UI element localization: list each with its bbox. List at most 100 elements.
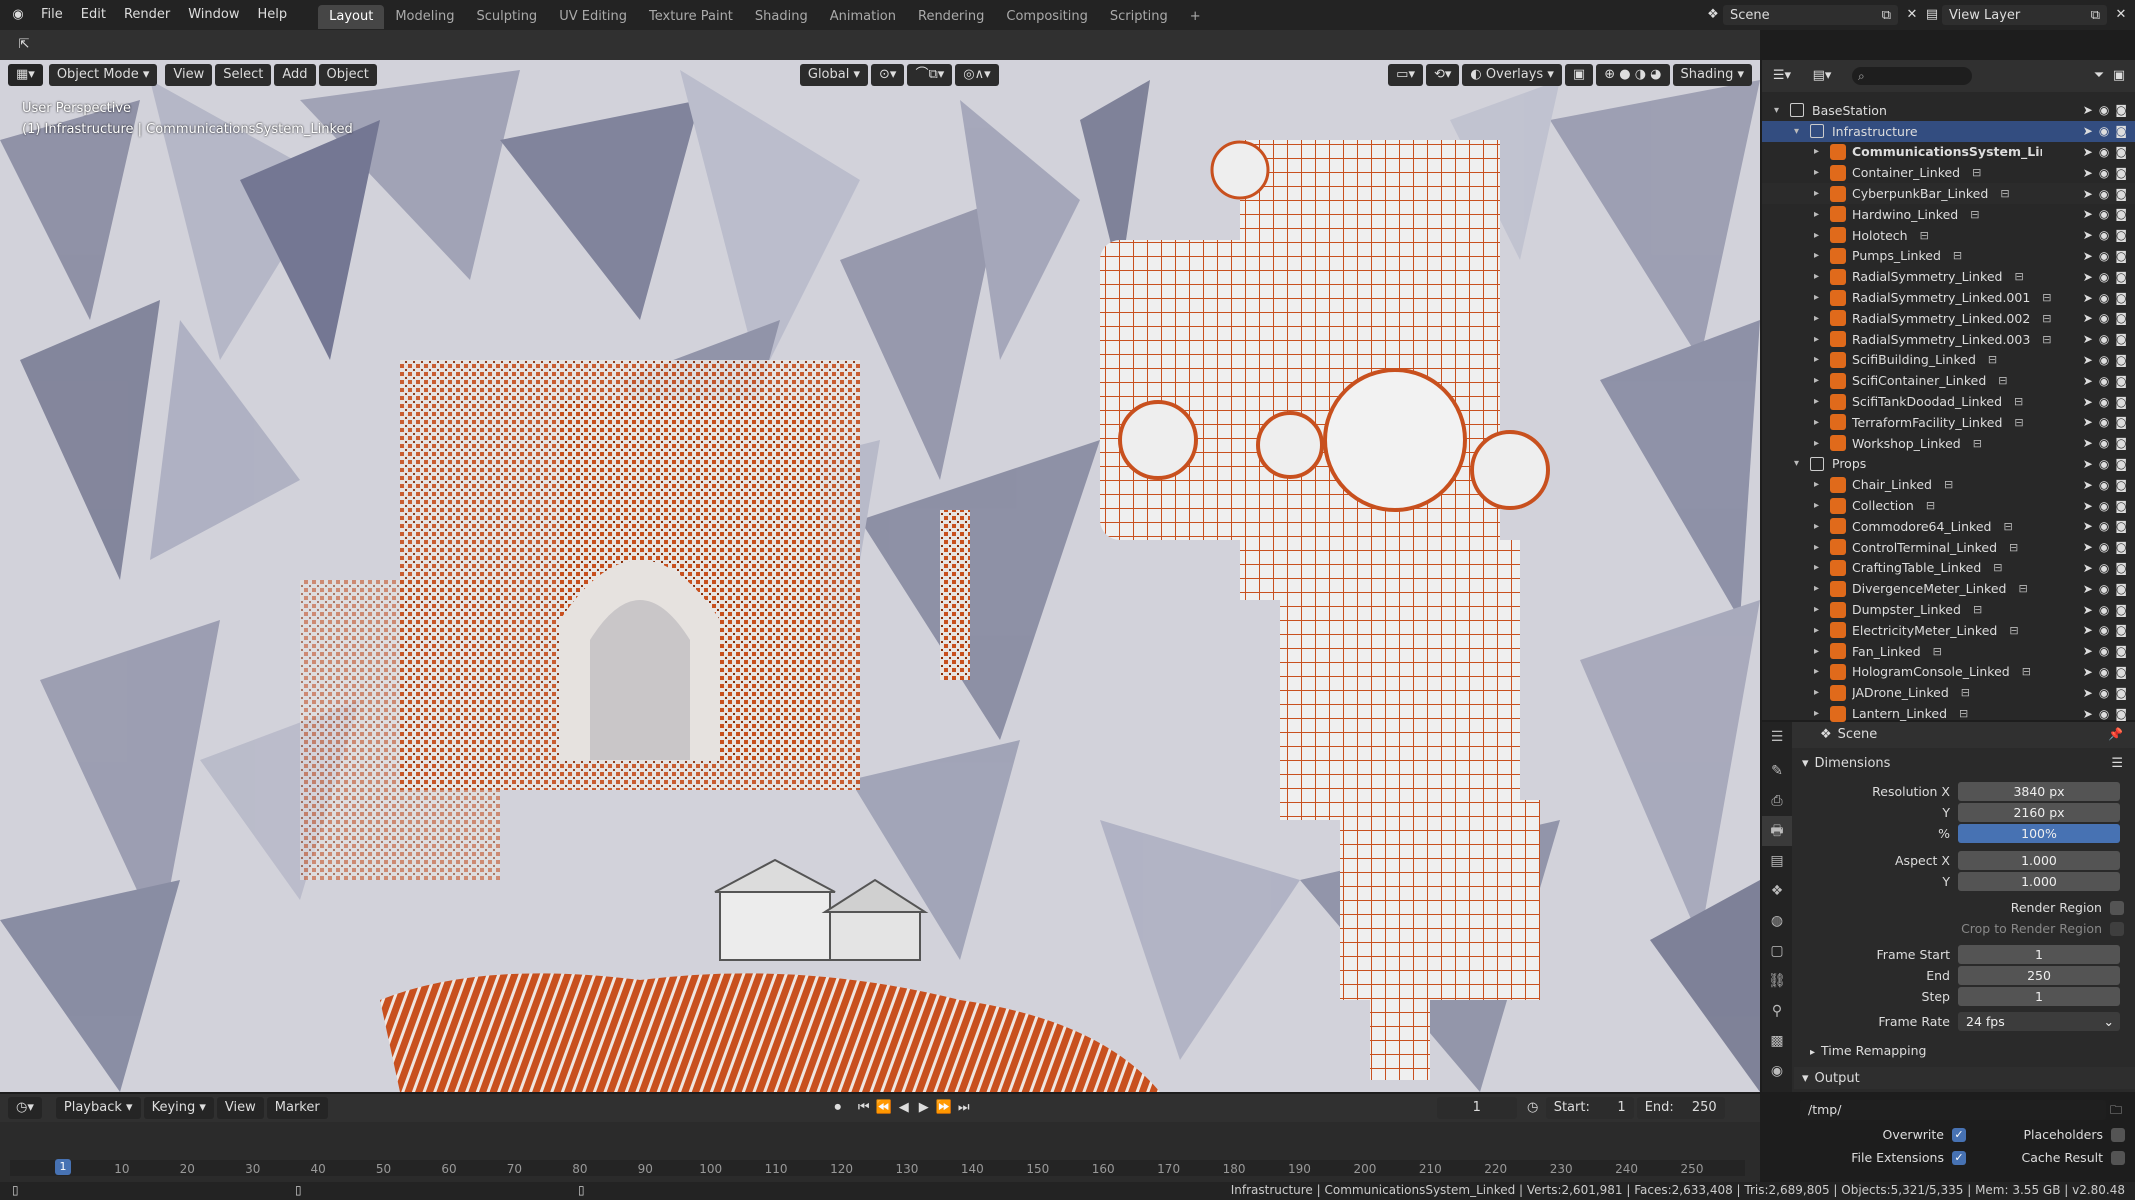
time-remapping-subpanel[interactable]: ▸ Time Remapping [1810, 1043, 1926, 1058]
expand-toggle-icon[interactable]: ▸ [1814, 188, 1830, 199]
camera-icon[interactable]: ◙ [2115, 311, 2127, 325]
eye-icon[interactable]: ◉ [2099, 311, 2109, 325]
shading-dropdown[interactable]: Shading ▾ [1672, 64, 1752, 86]
cache-result-checkbox[interactable] [2111, 1150, 2125, 1165]
aspect-x-field[interactable]: 1.000 [1958, 851, 2120, 870]
select-arrow-icon[interactable]: ➤ [2083, 457, 2093, 471]
jump-start-icon[interactable]: ⏮ [854, 1098, 874, 1118]
xray-toggle[interactable]: ▣ [1564, 64, 1594, 86]
eye-icon[interactable]: ◉ [2099, 353, 2109, 367]
marker-menu[interactable]: Marker [266, 1097, 328, 1119]
eye-icon[interactable]: ◉ [2099, 291, 2109, 305]
eye-icon[interactable]: ◉ [2099, 644, 2109, 658]
eye-icon[interactable]: ◉ [2099, 519, 2109, 533]
eye-icon[interactable]: ◉ [2099, 145, 2109, 159]
select-menu[interactable]: Select [215, 64, 272, 86]
expand-toggle-icon[interactable]: ▸ [1814, 479, 1830, 490]
eye-icon[interactable]: ◉ [2099, 623, 2109, 637]
eye-icon[interactable]: ◉ [2099, 707, 2109, 721]
expand-toggle-icon[interactable]: ▸ [1814, 542, 1830, 553]
copy-icon[interactable]: ⧉ [1882, 8, 1891, 23]
3d-viewport[interactable] [0, 60, 1760, 1092]
select-arrow-icon[interactable]: ➤ [2083, 374, 2093, 388]
expand-toggle-icon[interactable]: ▸ [1814, 687, 1830, 698]
camera-icon[interactable]: ◙ [2115, 478, 2127, 492]
camera-icon[interactable]: ◙ [2115, 436, 2127, 450]
tab-uv-editing[interactable]: UV Editing [548, 5, 638, 29]
expand-toggle-icon[interactable]: ▸ [1814, 146, 1830, 157]
playback-menu[interactable]: Playback ▾ [55, 1097, 141, 1119]
select-arrow-icon[interactable]: ➤ [2083, 665, 2093, 679]
timeline-editor-type[interactable]: ◷▾ [8, 1097, 42, 1119]
menu-window[interactable]: Window [179, 0, 248, 30]
camera-icon[interactable]: ◙ [2115, 187, 2127, 201]
camera-icon[interactable]: ◙ [2115, 665, 2127, 679]
collapse-toggle-icon[interactable]: ▾ [1774, 105, 1790, 116]
eye-icon[interactable]: ◉ [2099, 415, 2109, 429]
expand-toggle-icon[interactable]: ▸ [1814, 250, 1830, 261]
output-panel-header[interactable]: ▾ Output [1794, 1067, 2135, 1089]
eye-icon[interactable]: ◉ [2099, 686, 2109, 700]
select-arrow-icon[interactable]: ➤ [2083, 103, 2093, 117]
object-mode-dropdown[interactable]: Object Mode ▾ [48, 64, 158, 86]
select-arrow-icon[interactable]: ➤ [2083, 540, 2093, 554]
resolution-y-field[interactable]: 2160 px [1958, 803, 2120, 822]
outliner-item[interactable]: ▸ ScifiTankDoodad_Linked ⊟ ➤ ◉ ◙ [1762, 391, 2135, 412]
eye-icon[interactable]: ◉ [2099, 457, 2109, 471]
object-menu[interactable]: Object [318, 64, 377, 86]
view-layer-icon[interactable]: ▤ [1922, 5, 1942, 25]
expand-toggle-icon[interactable]: ▸ [1814, 708, 1830, 719]
editor-type-button[interactable]: ▦▾ [8, 64, 43, 86]
expand-toggle-icon[interactable]: ▸ [1814, 354, 1830, 365]
camera-icon[interactable]: ◙ [2115, 145, 2127, 159]
outliner-item[interactable]: ▸ Holotech ⊟ ➤ ◉ ◙ [1762, 225, 2135, 246]
view-menu[interactable]: View [165, 64, 213, 86]
outliner-item[interactable]: ▸ ScifiBuilding_Linked ⊟ ➤ ◉ ◙ [1762, 350, 2135, 371]
outliner-item[interactable]: ▸ Dumpster_Linked ⊟ ➤ ◉ ◙ [1762, 599, 2135, 620]
tab-layout[interactable]: Layout [318, 4, 385, 29]
outliner-collection[interactable]: ▾ Props ➤ ◉ ◙ [1762, 454, 2135, 475]
editor-type-icon[interactable]: ☰ [1762, 722, 1792, 752]
eye-icon[interactable]: ◉ [2099, 124, 2109, 138]
outliner-item[interactable]: ▸ ScifiContainer_Linked ⊟ ➤ ◉ ◙ [1762, 370, 2135, 391]
output-path-field[interactable]: /tmp/ [1800, 1100, 2106, 1120]
outliner-item[interactable]: ▸ CommunicationsSystem_Linked ➤ ◉ ◙ [1762, 142, 2135, 163]
outliner-item[interactable]: ▸ ControlTerminal_Linked ⊟ ➤ ◉ ◙ [1762, 537, 2135, 558]
end-frame-field[interactable]: End: 250 [1636, 1097, 1725, 1119]
eye-icon[interactable]: ◉ [2099, 228, 2109, 242]
expand-toggle-icon[interactable]: ▸ [1814, 666, 1830, 677]
select-arrow-icon[interactable]: ➤ [2083, 291, 2093, 305]
camera-icon[interactable]: ◙ [2115, 353, 2127, 367]
camera-icon[interactable]: ◙ [2115, 374, 2127, 388]
render-tab-icon[interactable]: ⎙ [1762, 786, 1792, 816]
camera-icon[interactable]: ◙ [2115, 291, 2127, 305]
select-arrow-icon[interactable]: ➤ [2083, 249, 2093, 263]
camera-icon[interactable]: ◙ [2115, 166, 2127, 180]
tab-rendering[interactable]: Rendering [907, 5, 995, 29]
tab-shading[interactable]: Shading [744, 5, 819, 29]
eye-icon[interactable]: ◉ [2099, 103, 2109, 117]
tab-scripting[interactable]: Scripting [1099, 5, 1179, 29]
overlays-dropdown[interactable]: ◐ Overlays ▾ [1462, 64, 1562, 86]
aspect-y-field[interactable]: 1.000 [1958, 872, 2120, 891]
outliner-item[interactable]: ▸ RadialSymmetry_Linked.002 ⊟ ➤ ◉ ◙ [1762, 308, 2135, 329]
jump-end-icon[interactable]: ⏭ [954, 1098, 974, 1118]
tab-texture-paint[interactable]: Texture Paint [638, 5, 744, 29]
eye-icon[interactable]: ◉ [2099, 561, 2109, 575]
folder-icon[interactable]: 🗀 [2110, 1101, 2122, 1122]
outliner-item[interactable]: ▸ RadialSymmetry_Linked ⊟ ➤ ◉ ◙ [1762, 266, 2135, 287]
play-reverse-icon[interactable]: ◀ [894, 1098, 914, 1118]
pivot-point-button[interactable]: ⊙▾ [871, 64, 905, 86]
physics-tab-icon[interactable]: ⚲ [1762, 996, 1792, 1026]
camera-icon[interactable]: ◙ [2115, 228, 2127, 242]
tab-sculpting[interactable]: Sculpting [465, 5, 548, 29]
crop-region-checkbox[interactable] [2110, 921, 2124, 936]
eye-icon[interactable]: ◉ [2099, 603, 2109, 617]
select-arrow-icon[interactable]: ➤ [2083, 207, 2093, 221]
camera-icon[interactable]: ◙ [2115, 457, 2127, 471]
presets-icon[interactable]: ☰ [2111, 756, 2123, 771]
camera-icon[interactable]: ◙ [2115, 519, 2127, 533]
frame-end-field[interactable]: 250 [1958, 966, 2120, 985]
pin-icon[interactable]: 📌 [2108, 727, 2123, 741]
start-frame-field[interactable]: Start: 1 [1545, 1097, 1634, 1119]
